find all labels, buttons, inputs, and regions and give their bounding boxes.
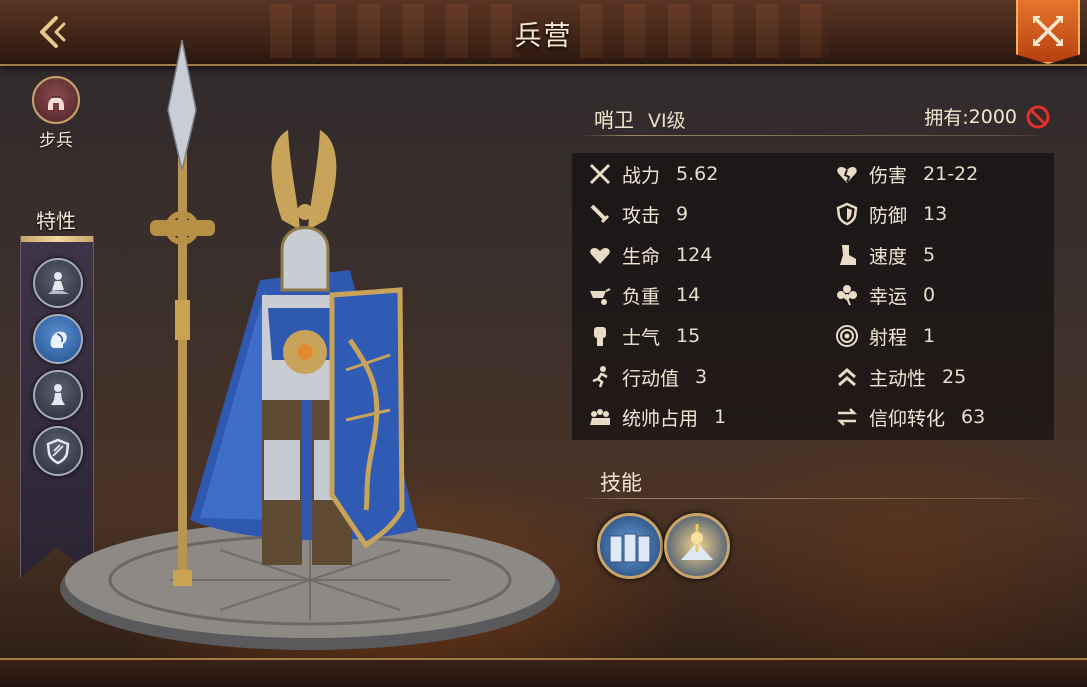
stat-value: 3 [695, 366, 708, 388]
stat-faith-conversion: 信仰转化 63 [833, 402, 985, 432]
skills-divider [580, 498, 1050, 499]
unit-illustration [60, 40, 560, 650]
fist-icon [586, 322, 614, 350]
unit-name: 哨卫 VI级 [594, 104, 686, 133]
stat-value: 124 [676, 244, 713, 266]
sword-icon [586, 200, 614, 228]
stat-health: 生命 124 [586, 240, 712, 270]
shield-icon [833, 200, 861, 228]
skills-title: 技能 [600, 471, 642, 495]
stat-value: 15 [676, 325, 701, 347]
heart-icon [586, 241, 614, 269]
stat-label: 伤害 [869, 164, 908, 187]
stat-morale: 士气 15 [586, 321, 700, 351]
stat-label: 士气 [622, 326, 661, 349]
troops-icon [586, 403, 614, 431]
stat-label: 负重 [622, 285, 661, 308]
clover-icon [833, 281, 861, 309]
wheelbarrow-icon [586, 281, 614, 309]
owned-label: 拥有: [924, 107, 969, 129]
sentinel-guard-icon [681, 524, 713, 560]
stat-label: 战力 [622, 164, 661, 187]
stat-value: 25 [942, 366, 967, 388]
stat-label: 防御 [869, 204, 908, 227]
stat-value: 9 [676, 203, 689, 225]
running-icon [586, 363, 614, 391]
stat-speed: 速度 5 [833, 240, 935, 270]
stat-load: 负重 14 [586, 280, 700, 310]
stat-luck: 幸运 0 [833, 280, 935, 310]
stat-initiative: 主动性 25 [833, 362, 966, 392]
stat-value: 21-22 [923, 163, 979, 185]
stat-value: 0 [923, 284, 936, 306]
stat-label: 主动性 [869, 367, 927, 390]
stat-label: 攻击 [622, 204, 661, 227]
stat-damage: 伤害 21-22 [833, 159, 978, 189]
stat-value: 5.62 [676, 163, 719, 185]
stat-power: 战力 5.62 [586, 159, 718, 189]
double-chevron-up-icon [833, 363, 861, 391]
stat-label: 统帅占用 [622, 407, 699, 430]
stat-defense: 防御 13 [833, 199, 947, 229]
stat-value: 63 [961, 406, 986, 428]
shield-wall-icon [609, 533, 651, 563]
stat-label: 速度 [869, 245, 908, 268]
stat-label: 信仰转化 [869, 407, 946, 430]
owned-count: 拥有: 2000 [924, 103, 1051, 130]
stat-label: 射程 [869, 326, 908, 349]
header-divider [580, 135, 1050, 136]
stat-label: 幸运 [869, 285, 908, 308]
skill-1-button[interactable] [597, 513, 663, 579]
boot-icon [833, 241, 861, 269]
stat-attack: 攻击 9 [586, 199, 688, 229]
swap-arrows-icon [833, 403, 861, 431]
unit-name-text: 哨卫 [594, 108, 634, 132]
bottom-bar [0, 658, 1087, 687]
skill-2-button[interactable] [664, 513, 730, 579]
stat-value: 14 [676, 284, 701, 306]
broken-heart-icon [833, 160, 861, 188]
owned-value: 2000 [968, 105, 1017, 128]
stat-value: 1 [923, 325, 936, 347]
stat-action-points: 行动值 3 [586, 362, 707, 392]
stat-value: 5 [923, 244, 936, 266]
close-button[interactable] [1016, 0, 1080, 64]
stat-range: 射程 1 [833, 321, 935, 351]
stat-command-cost: 统帅占用 1 [586, 402, 726, 432]
stat-value: 1 [714, 406, 727, 428]
target-icon [833, 322, 861, 350]
stat-value: 13 [923, 203, 948, 225]
stat-label: 行动值 [622, 367, 680, 390]
close-x-icon [1033, 16, 1063, 46]
unit-grade: VI级 [648, 110, 686, 132]
crossed-swords-icon [586, 160, 614, 188]
stat-label: 生命 [622, 245, 661, 268]
ban-icon[interactable] [1025, 104, 1051, 130]
